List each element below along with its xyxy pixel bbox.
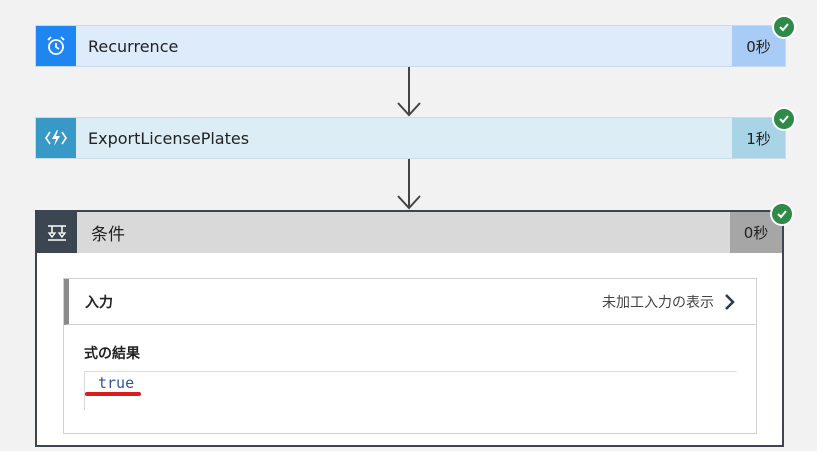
flow-arrow-icon xyxy=(397,159,421,210)
recurrence-step-card[interactable]: Recurrence 0秒 xyxy=(35,25,786,67)
function-lightning-icon xyxy=(36,118,76,158)
inputs-section-header: 入力 未加工入力の表示 xyxy=(64,279,756,325)
success-check-icon xyxy=(770,202,794,226)
chevron-right-icon xyxy=(725,293,735,310)
condition-title: 条件 xyxy=(91,225,125,245)
flow-arrow-icon xyxy=(397,67,421,117)
red-underline-annotation xyxy=(85,392,141,396)
alarm-clock-icon xyxy=(36,26,76,66)
expression-result-box: true xyxy=(84,371,737,410)
condition-header[interactable]: 条件 0秒 xyxy=(37,212,782,253)
step-title: Recurrence xyxy=(88,36,179,56)
inputs-label: 入力 xyxy=(85,294,113,311)
export-license-plates-step-card[interactable]: ExportLicensePlates 1秒 xyxy=(35,117,786,159)
show-raw-inputs-label: 未加工入力の表示 xyxy=(602,294,714,311)
expression-result-label: 式の結果 xyxy=(84,346,140,362)
condition-details-panel: 入力 未加工入力の表示 式の結果 true xyxy=(63,278,757,434)
success-check-icon xyxy=(772,107,796,131)
condition-step-card: 条件 0秒 入力 未加工入力の表示 式の結果 true xyxy=(35,210,784,447)
condition-icon xyxy=(37,212,77,253)
step-title: ExportLicensePlates xyxy=(88,128,250,148)
show-raw-inputs-link[interactable]: 未加工入力の表示 xyxy=(602,292,736,312)
success-check-icon xyxy=(772,15,796,39)
expression-result-value: true xyxy=(98,374,135,392)
